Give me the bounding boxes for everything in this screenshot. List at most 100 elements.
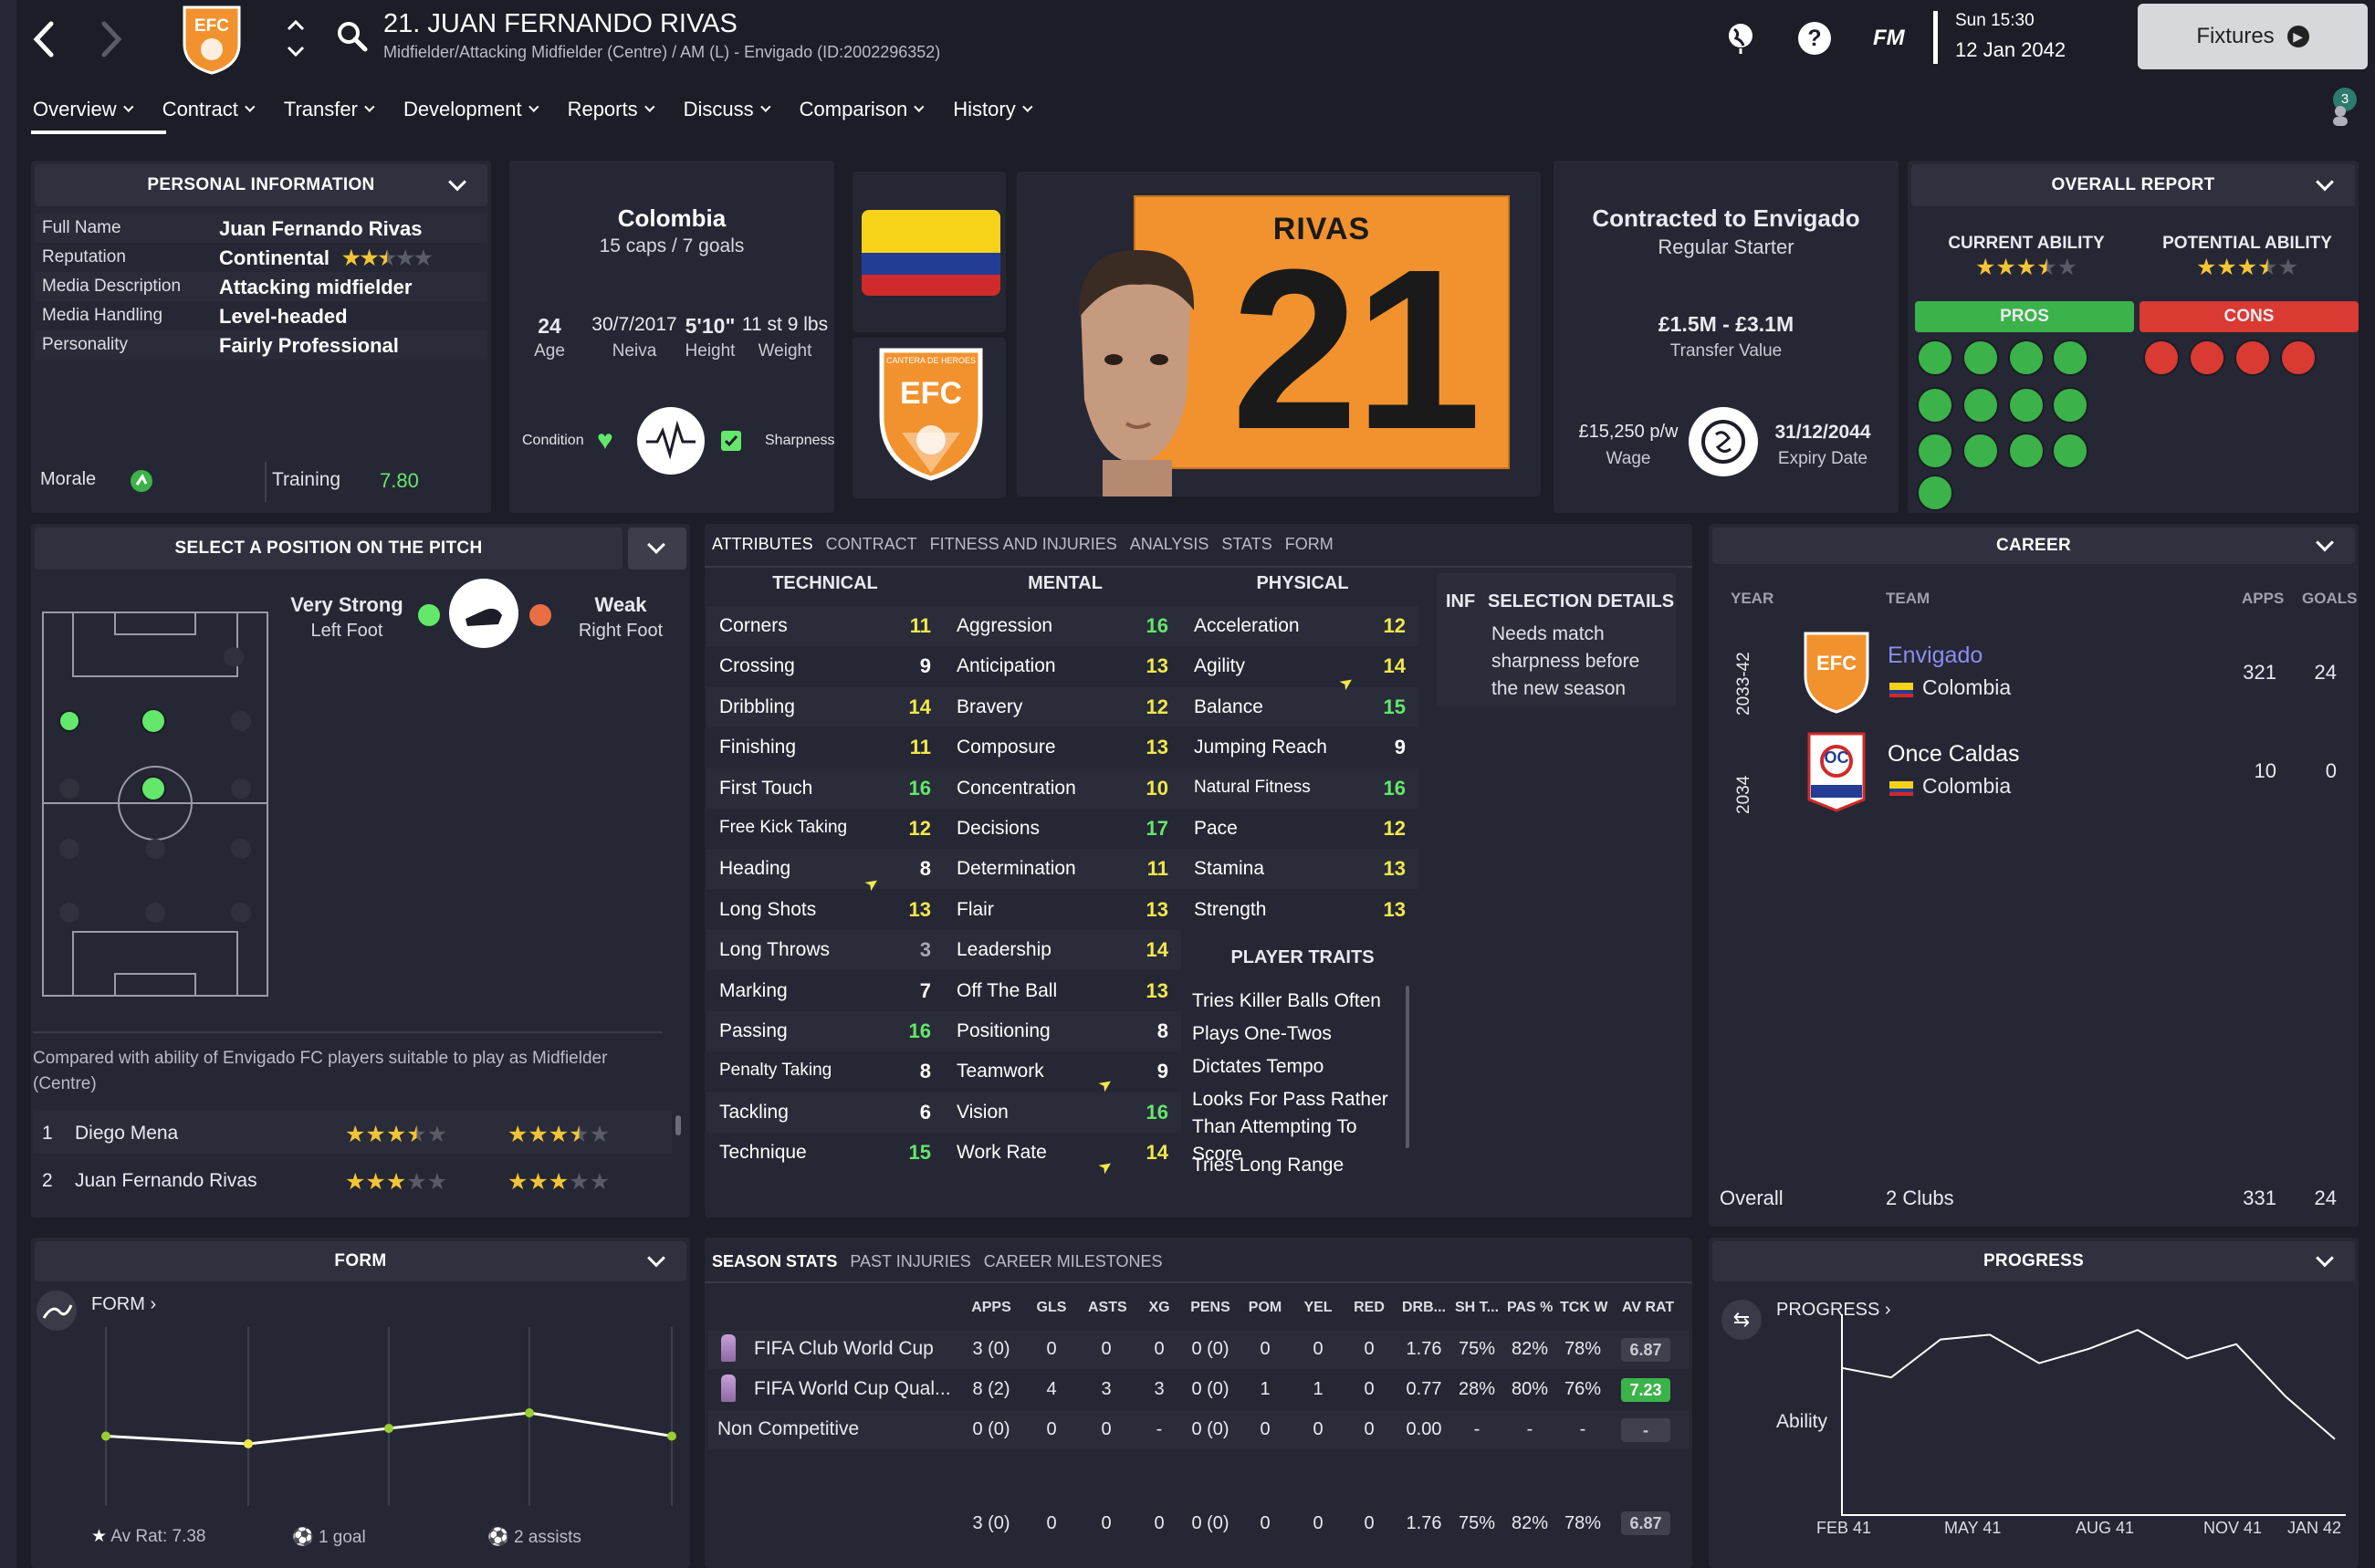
stats-col-header[interactable]: POM: [1247, 1300, 1283, 1316]
attribute-name[interactable]: Bravery: [957, 696, 1022, 718]
attribute-name[interactable]: Balance: [1194, 696, 1263, 718]
boot-icon[interactable]: [1917, 433, 1953, 469]
pitch-diagram[interactable]: [42, 612, 268, 997]
position-dropdown-button[interactable]: [628, 528, 686, 570]
ball-icon[interactable]: [1962, 433, 1999, 469]
tab-contract[interactable]: Contract: [162, 98, 256, 121]
attribute-name[interactable]: Leadership: [957, 939, 1051, 961]
tab-fitness-and-injuries[interactable]: FITNESS AND INJURIES: [930, 535, 1117, 554]
star-icon[interactable]: [2008, 340, 2045, 376]
nation-name[interactable]: Colombia: [509, 204, 834, 233]
career-team[interactable]: Envigado: [1888, 643, 1983, 669]
ball-star-icon[interactable]: [1962, 340, 1999, 376]
fixtures-button[interactable]: Fixtures ▶: [2138, 4, 2368, 69]
player-trait[interactable]: Dictates Tempo: [1192, 1053, 1402, 1081]
player-trait[interactable]: Tries Long Range Passes: [1192, 1152, 1402, 1183]
chevron-down-icon[interactable]: [448, 172, 466, 192]
form-point[interactable]: [667, 1431, 676, 1441]
attribute-name[interactable]: Finishing: [719, 737, 796, 758]
chevron-down-icon[interactable]: [647, 1249, 665, 1268]
clipboard-icon[interactable]: [2052, 387, 2088, 423]
attribute-name[interactable]: Free Kick Taking: [719, 818, 847, 838]
competition-name[interactable]: Non Competitive: [717, 1418, 859, 1440]
form-point[interactable]: [101, 1431, 110, 1441]
attribute-name[interactable]: Acceleration: [1194, 615, 1300, 637]
tab-season-stats[interactable]: SEASON STATS: [712, 1252, 837, 1271]
help-icon[interactable]: ?: [1798, 22, 1831, 55]
contract-clock-icon[interactable]: [1689, 407, 1758, 476]
compare-name[interactable]: Juan Fernando Rivas: [75, 1170, 257, 1192]
hands-icon[interactable]: [2189, 340, 2225, 376]
tab-analysis[interactable]: ANALYSIS: [1130, 535, 1209, 554]
contract-title[interactable]: Contracted to Envigado: [1554, 204, 1899, 233]
stats-col-header[interactable]: XG: [1143, 1300, 1176, 1316]
colombia-flag-icon[interactable]: [862, 210, 1000, 296]
personal-info-header[interactable]: PERSONAL INFORMATION: [35, 164, 487, 206]
tab-history[interactable]: History: [953, 98, 1033, 121]
career-header[interactable]: CAREER: [1712, 528, 2355, 564]
envigado-badge-icon[interactable]: EFC CANTERA DE HEROES: [874, 345, 988, 482]
tab-career-milestones[interactable]: CAREER MILESTONES: [984, 1252, 1163, 1271]
attribute-name[interactable]: Concentration: [957, 778, 1076, 800]
compare-name[interactable]: Diego Mena: [75, 1123, 178, 1145]
career-club-badge-icon[interactable]: OC: [1802, 728, 1871, 812]
swap-arrows-icon[interactable]: ⇆: [1721, 1300, 1762, 1340]
career-nation[interactable]: Colombia: [1922, 675, 2011, 700]
attribute-name[interactable]: Determination: [957, 858, 1076, 880]
attribute-name[interactable]: First Touch: [719, 778, 812, 800]
stats-col-header[interactable]: APPS: [968, 1300, 1015, 1316]
attribute-name[interactable]: Crossing: [719, 655, 795, 677]
attribute-name[interactable]: Work Rate: [957, 1142, 1047, 1164]
attribute-name[interactable]: Pace: [1194, 818, 1238, 840]
tab-comparison[interactable]: Comparison: [800, 98, 925, 121]
attribute-name[interactable]: Positioning: [957, 1020, 1051, 1042]
card-icon[interactable]: [2234, 340, 2271, 376]
stats-col-header[interactable]: GLS: [1033, 1300, 1070, 1316]
player-trait[interactable]: Tries Killer Balls Often: [1192, 988, 1402, 1015]
form-header[interactable]: FORM: [35, 1241, 686, 1281]
search-icon[interactable]: [336, 20, 369, 53]
compare-scrollbar[interactable]: [675, 1115, 681, 1135]
traits-scrollbar[interactable]: [1406, 986, 1409, 1148]
brain-icon[interactable]: [2008, 433, 2045, 469]
player-trait[interactable]: Plays One-Twos: [1192, 1020, 1402, 1048]
progress-header[interactable]: PROGRESS: [1712, 1241, 2355, 1281]
form-point[interactable]: [244, 1439, 253, 1448]
competition-name[interactable]: FIFA Club World Cup: [754, 1338, 934, 1360]
attribute-name[interactable]: Dribbling: [719, 696, 795, 718]
forward-arrow-icon[interactable]: [97, 18, 124, 60]
world-icon[interactable]: [1725, 20, 1756, 55]
attribute-name[interactable]: Long Shots: [719, 899, 816, 921]
stats-col-header[interactable]: TCK W: [1560, 1300, 1607, 1316]
attribute-name[interactable]: Jumping Reach: [1194, 737, 1327, 758]
back-arrow-icon[interactable]: [31, 18, 58, 60]
attribute-name[interactable]: Off The Ball: [957, 980, 1057, 1002]
tab-discuss[interactable]: Discuss: [684, 98, 771, 121]
career-club-badge-icon[interactable]: EFC: [1802, 630, 1871, 714]
tab-form[interactable]: FORM: [1285, 535, 1334, 554]
tab-past-injuries[interactable]: PAST INJURIES: [850, 1252, 970, 1271]
chevron-down-icon[interactable]: [2316, 172, 2334, 192]
attribute-name[interactable]: Anticipation: [957, 655, 1056, 677]
cone-warn-icon[interactable]: [2143, 340, 2180, 376]
trend-icon[interactable]: [2008, 387, 2045, 423]
form-point[interactable]: [525, 1408, 534, 1417]
tab-attributes[interactable]: ATTRIBUTES: [712, 535, 813, 554]
stats-col-header[interactable]: AV RAT: [1622, 1300, 1674, 1316]
handshake-icon[interactable]: [2052, 340, 2088, 376]
career-nation[interactable]: Colombia: [1922, 774, 2011, 799]
fitness-icon[interactable]: [637, 407, 705, 475]
attribute-name[interactable]: Natural Fitness: [1194, 778, 1311, 798]
chevron-down-icon[interactable]: [2316, 1249, 2334, 1268]
cone-icon[interactable]: [1917, 475, 1953, 511]
attribute-name[interactable]: Teamwork: [957, 1061, 1044, 1082]
form-link[interactable]: FORM ›: [91, 1294, 156, 1315]
tab-contract[interactable]: CONTRACT: [826, 535, 917, 554]
attribute-name[interactable]: Composure: [957, 737, 1056, 758]
heart-ball-icon[interactable]: [2280, 340, 2317, 376]
stats-col-header[interactable]: DRB...: [1401, 1300, 1447, 1316]
attribute-name[interactable]: Vision: [957, 1102, 1009, 1124]
attribute-name[interactable]: Corners: [719, 615, 788, 637]
form-point[interactable]: [384, 1424, 393, 1433]
chevron-down-icon[interactable]: [2316, 533, 2334, 552]
